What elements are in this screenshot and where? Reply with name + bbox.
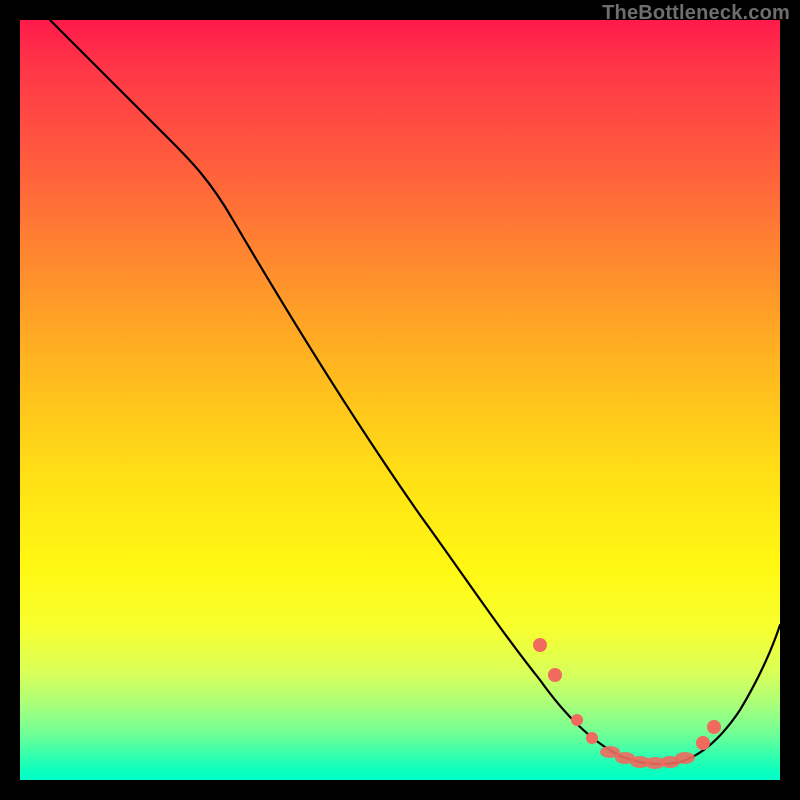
marker-dot [675,752,695,764]
marker-dot [696,736,710,750]
watermark-label: TheBottleneck.com [602,2,790,25]
curve-layer [20,20,780,780]
marker-group [533,638,721,769]
chart-frame: TheBottleneck.com [0,0,800,800]
marker-dot [548,668,562,682]
marker-dot [533,638,547,652]
marker-dot [571,714,583,726]
bottleneck-curve [50,20,780,764]
marker-dot [586,732,598,744]
plot-area [20,20,780,780]
marker-dot [707,720,721,734]
